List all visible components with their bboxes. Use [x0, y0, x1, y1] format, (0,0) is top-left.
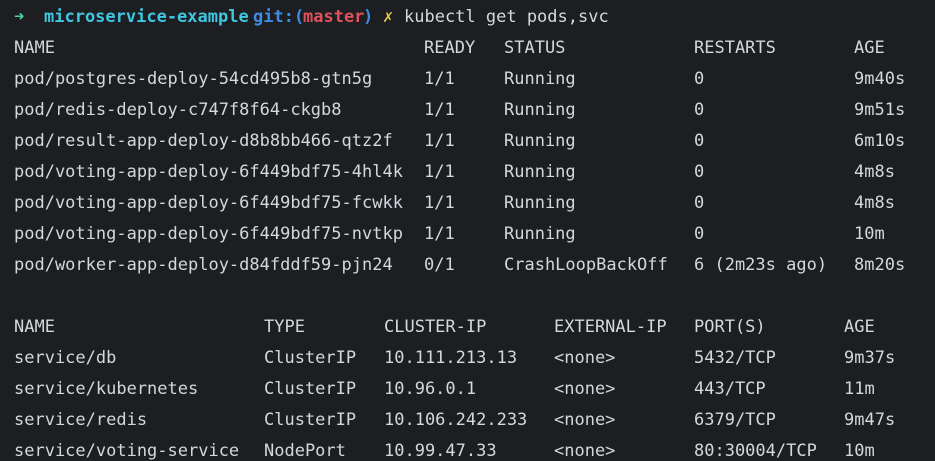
service-name: service/voting-service [14, 441, 240, 461]
prompt-git-close: ) [363, 7, 374, 27]
pod-age: 4m8s [854, 162, 895, 182]
pod-status: Running [504, 69, 576, 89]
pod-status: Running [504, 100, 576, 120]
column-header: PORT(S) [694, 317, 766, 337]
column-header: EXTERNAL-IP [554, 317, 667, 337]
service-type: ClusterIP [264, 379, 357, 399]
prompt-git-label: git:( [253, 7, 305, 27]
pod-restarts: 0 [694, 69, 705, 89]
pod-name: pod/worker-app-deploy-d84fddf59-pjn24 [14, 255, 393, 275]
service-ports: 5432/TCP [694, 348, 776, 368]
column-header: NAME [14, 38, 55, 58]
pod-status: CrashLoopBackOff [504, 255, 668, 275]
pod-ready: 1/1 [424, 69, 455, 89]
service-ports: 6379/TCP [694, 410, 776, 430]
service-row: service/redis ClusterIP 10.106.242.233 <… [0, 405, 935, 436]
command-text: kubectl get pods,svc [404, 7, 609, 27]
pod-age: 9m51s [854, 100, 906, 120]
services-table-header: NAME TYPE CLUSTER-IP EXTERNAL-IP PORT(S)… [0, 312, 935, 343]
prompt-line: ➜ microservice-example git:( master ) ✗ … [0, 2, 935, 33]
pod-row: pod/voting-app-deploy-6f449bdf75-4hl4k 1… [0, 157, 935, 188]
column-header: READY [424, 38, 476, 58]
prompt-arrow-icon: ➜ [14, 7, 25, 27]
service-name: service/redis [14, 410, 148, 430]
pod-ready: 1/1 [424, 193, 455, 213]
column-header: AGE [844, 317, 875, 337]
pod-restarts: 6 (2m23s ago) [694, 255, 828, 275]
service-age: 10m [844, 441, 875, 461]
service-row: service/kubernetes ClusterIP 10.96.0.1 <… [0, 374, 935, 405]
pod-restarts: 0 [694, 162, 705, 182]
pod-age: 9m40s [854, 69, 906, 89]
service-ports: 80:30004/TCP [694, 441, 817, 461]
service-external-ip: <none> [554, 441, 616, 461]
prompt-dirty-icon: ✗ [383, 7, 394, 27]
service-row: service/db ClusterIP 10.111.213.13 <none… [0, 343, 935, 374]
pod-restarts: 0 [694, 193, 705, 213]
service-name: service/db [14, 348, 117, 368]
column-header: RESTARTS [694, 38, 776, 58]
pod-ready: 1/1 [424, 131, 455, 151]
column-header: NAME [14, 317, 55, 337]
service-external-ip: <none> [554, 379, 616, 399]
column-header: AGE [854, 38, 885, 58]
pod-status: Running [504, 131, 576, 151]
service-cluster-ip: 10.99.47.33 [384, 441, 497, 461]
service-age: 11m [844, 379, 875, 399]
pod-row: pod/result-app-deploy-d8b8bb466-qtz2f 1/… [0, 126, 935, 157]
pod-name: pod/redis-deploy-c747f8f64-ckgb8 [14, 100, 342, 120]
pods-table-header: NAME READY STATUS RESTARTS AGE [0, 33, 935, 64]
service-type: ClusterIP [264, 348, 357, 368]
pod-name: pod/voting-app-deploy-6f449bdf75-fcwkk [14, 193, 403, 213]
pod-age: 8m20s [854, 255, 906, 275]
terminal-window[interactable]: ➜ microservice-example git:( master ) ✗ … [0, 0, 935, 461]
service-cluster-ip: 10.111.213.13 [384, 348, 518, 368]
pod-name: pod/postgres-deploy-54cd495b8-gtn5g [14, 69, 373, 89]
pod-row: pod/postgres-deploy-54cd495b8-gtn5g 1/1 … [0, 64, 935, 95]
service-row: service/voting-service NodePort 10.99.47… [0, 436, 935, 461]
prompt-git-branch: master [303, 7, 365, 27]
pod-status: Running [504, 224, 576, 244]
pod-age: 10m [854, 224, 885, 244]
pod-age: 6m10s [854, 131, 906, 151]
service-name: service/kubernetes [14, 379, 199, 399]
pod-name: pod/result-app-deploy-d8b8bb466-qtz2f [14, 131, 393, 151]
pod-ready: 1/1 [424, 162, 455, 182]
pod-age: 4m8s [854, 193, 895, 213]
service-cluster-ip: 10.96.0.1 [384, 379, 477, 399]
pod-status: Running [504, 162, 576, 182]
pod-row: pod/voting-app-deploy-6f449bdf75-fcwkk 1… [0, 188, 935, 219]
service-cluster-ip: 10.106.242.233 [384, 410, 528, 430]
service-age: 9m47s [844, 410, 896, 430]
service-external-ip: <none> [554, 348, 616, 368]
pod-ready: 0/1 [424, 255, 455, 275]
pod-restarts: 0 [694, 131, 705, 151]
service-ports: 443/TCP [694, 379, 766, 399]
service-external-ip: <none> [554, 410, 616, 430]
column-header: STATUS [504, 38, 566, 58]
service-type: NodePort [264, 441, 346, 461]
pod-status: Running [504, 193, 576, 213]
pod-ready: 1/1 [424, 224, 455, 244]
service-type: ClusterIP [264, 410, 357, 430]
prompt-directory: microservice-example [44, 7, 249, 27]
pod-row: pod/redis-deploy-c747f8f64-ckgb8 1/1 Run… [0, 95, 935, 126]
pod-row: pod/voting-app-deploy-6f449bdf75-nvtkp 1… [0, 219, 935, 250]
column-header: CLUSTER-IP [384, 317, 487, 337]
pod-name: pod/voting-app-deploy-6f449bdf75-4hl4k [14, 162, 403, 182]
pod-restarts: 0 [694, 100, 705, 120]
pod-ready: 1/1 [424, 100, 455, 120]
pod-name: pod/voting-app-deploy-6f449bdf75-nvtkp [14, 224, 403, 244]
pod-restarts: 0 [694, 224, 705, 244]
service-age: 9m37s [844, 348, 896, 368]
column-header: TYPE [264, 317, 305, 337]
pod-row: pod/worker-app-deploy-d84fddf59-pjn24 0/… [0, 250, 935, 281]
